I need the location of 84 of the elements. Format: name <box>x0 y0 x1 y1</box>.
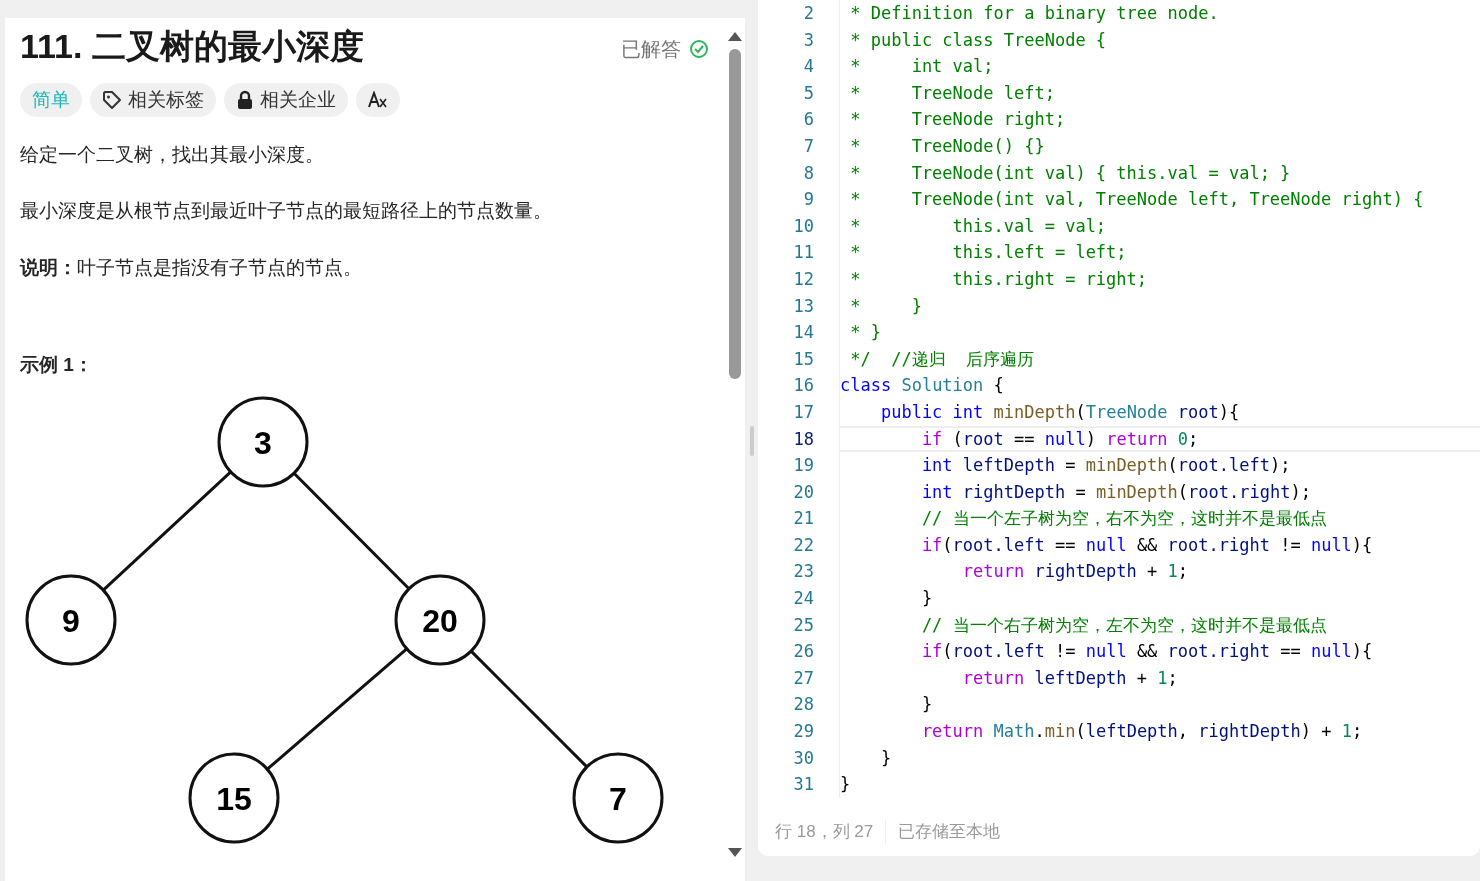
line-number: 8 <box>802 161 814 185</box>
description-text: 说明：叶子节点是指没有子节点的节点。 <box>20 255 363 280</box>
code-line: } <box>839 585 1480 612</box>
node-value: 7 <box>609 781 627 817</box>
line-number: 27 <box>792 666 814 690</box>
node-value: 9 <box>62 603 80 639</box>
code-line: // 当一个右子树为空，左不为空，这时并不是最低点 <box>839 611 1480 639</box>
line-number: 7 <box>802 134 814 158</box>
code-line: } <box>839 691 1480 719</box>
line-number: 20 <box>792 480 814 504</box>
code-line: return Math.min(leftDepth, rightDepth) + 1; <box>839 718 1480 745</box>
line-number: 10 <box>792 214 814 238</box>
line-number: 19 <box>792 454 814 478</box>
code-line: int rightDepth = minDepth(root.right); <box>839 478 1480 506</box>
line-number: 28 <box>792 693 814 717</box>
check-circle-icon <box>689 39 709 59</box>
node-value: 20 <box>422 603 458 639</box>
code-line: if(root.left == null && root.right != null){ <box>839 531 1480 559</box>
line-number: 18 <box>792 427 814 451</box>
tag-icon <box>102 89 122 110</box>
line-number: 12 <box>792 267 814 291</box>
code-line: // 当一个左子树为空，右不为空，这时并不是最低点 <box>839 505 1480 532</box>
code-line: * TreeNode(int val, TreeNode left, TreeNode right) { <box>839 186 1480 213</box>
line-number: 5 <box>802 81 814 105</box>
code-line: * TreeNode right; <box>839 106 1480 133</box>
code-line: public int minDepth(TreeNode root){ <box>839 398 1480 426</box>
code-line: return leftDepth + 1; <box>839 664 1480 692</box>
code-line: * int val; <box>839 53 1480 80</box>
scrollbar-thumb[interactable] <box>729 49 741 379</box>
line-number: 15 <box>792 347 814 371</box>
line-number: 25 <box>792 613 814 637</box>
line-number: 11 <box>792 241 814 265</box>
resize-handle[interactable] <box>749 425 754 456</box>
line-number: 24 <box>792 587 814 611</box>
code-line: * TreeNode(int val) { this.val = val; } <box>839 159 1480 187</box>
translate-button[interactable] <box>356 82 400 117</box>
solved-status: 已解答 <box>621 37 681 62</box>
line-number: 3 <box>802 28 814 52</box>
code-line: * this.val = val; <box>839 212 1480 240</box>
line-number: 14 <box>792 321 814 345</box>
description-text: 最小深度是从根节点到最近叶子节点的最短路径上的节点数量。 <box>20 199 553 224</box>
node-value: 3 <box>254 425 272 461</box>
line-number: 22 <box>792 533 814 557</box>
code-line: * TreeNode left; <box>839 79 1480 107</box>
code-line: * public class TreeNode { <box>839 26 1480 54</box>
line-number: 13 <box>792 294 814 318</box>
description-text: 给定一个二叉树，找出其最小深度。 <box>20 142 325 167</box>
line-number: 2 <box>802 2 814 25</box>
code-line: if (root == null) return 0; <box>839 425 1480 453</box>
line-number: 29 <box>792 720 814 744</box>
code-line: class Solution { <box>839 372 1480 399</box>
code-line: * Definition for a binary tree node. <box>839 0 1480 27</box>
line-number: 17 <box>792 400 814 424</box>
line-number: 4 <box>802 55 814 79</box>
line-number: 21 <box>792 507 814 531</box>
code-line: * } <box>839 319 1480 346</box>
code-line: */ //递归 后序遍历 <box>839 345 1480 373</box>
code-line: if(root.left != null && root.right == null){ <box>839 638 1480 665</box>
code-line: return rightDepth + 1; <box>839 558 1480 586</box>
line-number: 16 <box>792 374 814 398</box>
line-number: 9 <box>802 188 814 212</box>
code-line: int leftDepth = minDepth(root.left); <box>839 452 1480 479</box>
cursor-position: 行 18，列 27 <box>775 820 874 843</box>
code-line: } <box>839 744 1480 772</box>
translate-icon <box>368 90 388 109</box>
problem-title: 111. 二叉树的最小深度 <box>20 26 364 67</box>
topics-button[interactable]: 相关标签 <box>90 82 216 117</box>
code-line: * this.left = left; <box>839 239 1480 266</box>
line-number: 23 <box>792 560 814 584</box>
line-number: 26 <box>792 640 814 664</box>
line-number: 6 <box>802 108 814 132</box>
code-line: * this.right = right; <box>839 265 1480 293</box>
example-heading: 示例 1： <box>20 353 94 378</box>
scroll-down-icon[interactable] <box>728 848 742 857</box>
lock-icon <box>236 89 254 110</box>
code-line: * } <box>839 292 1480 320</box>
line-number: 30 <box>792 746 814 770</box>
code-line: } <box>839 771 1480 798</box>
code-line: * TreeNode() {} <box>839 132 1480 160</box>
line-number: 31 <box>792 773 814 797</box>
companies-button[interactable]: 相关企业 <box>224 82 348 117</box>
node-value: 15 <box>216 781 252 817</box>
scroll-up-icon[interactable] <box>728 32 742 41</box>
save-status: 已存储至本地 <box>898 820 1001 843</box>
